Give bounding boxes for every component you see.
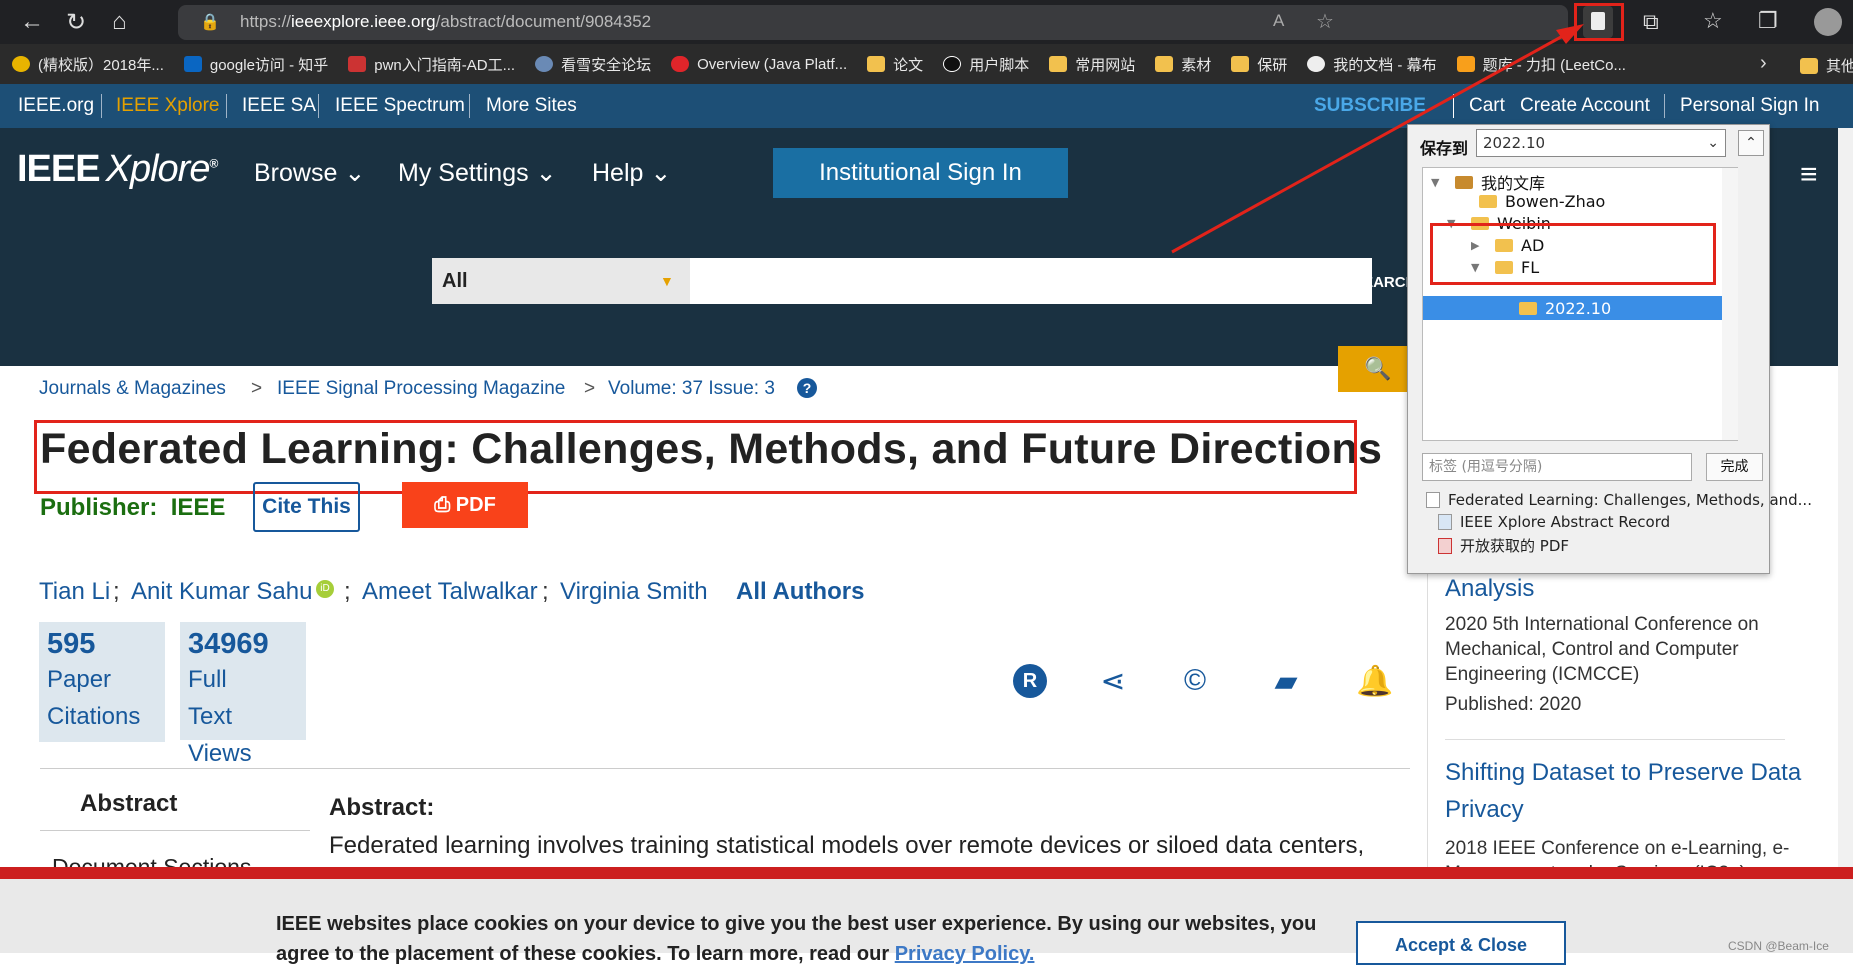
collapse-button[interactable]: ⌃ [1738,130,1764,156]
collection-tree: ▼ 我的文库 Bowen-Zhao ▼ Weibin ▶ AD ▼ FL 2022.10 [1422,167,1738,441]
save-item-document: Federated Learning: Challenges, Methods,… [1426,491,1812,509]
tree-highlight [1430,223,1716,285]
chevron-down-icon: ⌄ [1707,135,1719,151]
done-button[interactable]: 完成 [1706,453,1763,481]
chevron-up-icon: ⌃ [1745,135,1757,151]
save-to-zotero-popup: 保存到 2022.10 ⌄ ⌃ ▼ 我的文库 Bowen-Zhao ▼ Weibin … [1407,124,1812,574]
expanded-icon: ▼ [1431,175,1440,189]
collection-select-value: 2022.10 [1483,134,1546,152]
snapshot-icon [1438,514,1452,530]
library-icon [1455,175,1473,189]
pdf-icon [1438,537,1452,554]
folder-icon [1479,195,1497,208]
tree-node-label: 2022.10 [1545,299,1612,318]
tree-node-label: Bowen-Zhao [1505,192,1606,211]
collection-select[interactable]: 2022.10 ⌄ [1476,129,1726,157]
save-item-label: Federated Learning: Challenges, Methods,… [1448,491,1812,509]
save-item-pdf: 开放获取的 PDF [1438,535,1569,556]
document-icon [1426,492,1440,508]
folder-icon [1519,302,1537,315]
tree-node-library[interactable]: ▼ 我的文库 [1431,170,1545,194]
tags-input[interactable]: 标签 (用逗号分隔) [1422,453,1692,481]
save-to-label: 保存到 [1420,139,1469,158]
save-item-snapshot: IEEE Xplore Abstract Record [1438,513,1670,531]
tree-node-label: 我的文库 [1481,174,1546,193]
tree-node-2022-10[interactable]: 2022.10 [1519,299,1611,318]
save-item-label: IEEE Xplore Abstract Record [1460,513,1671,531]
save-item-label: 开放获取的 PDF [1460,537,1569,555]
tree-scrollbar[interactable] [1722,168,1738,440]
tree-node-bowen-zhao[interactable]: Bowen-Zhao [1455,192,1605,211]
